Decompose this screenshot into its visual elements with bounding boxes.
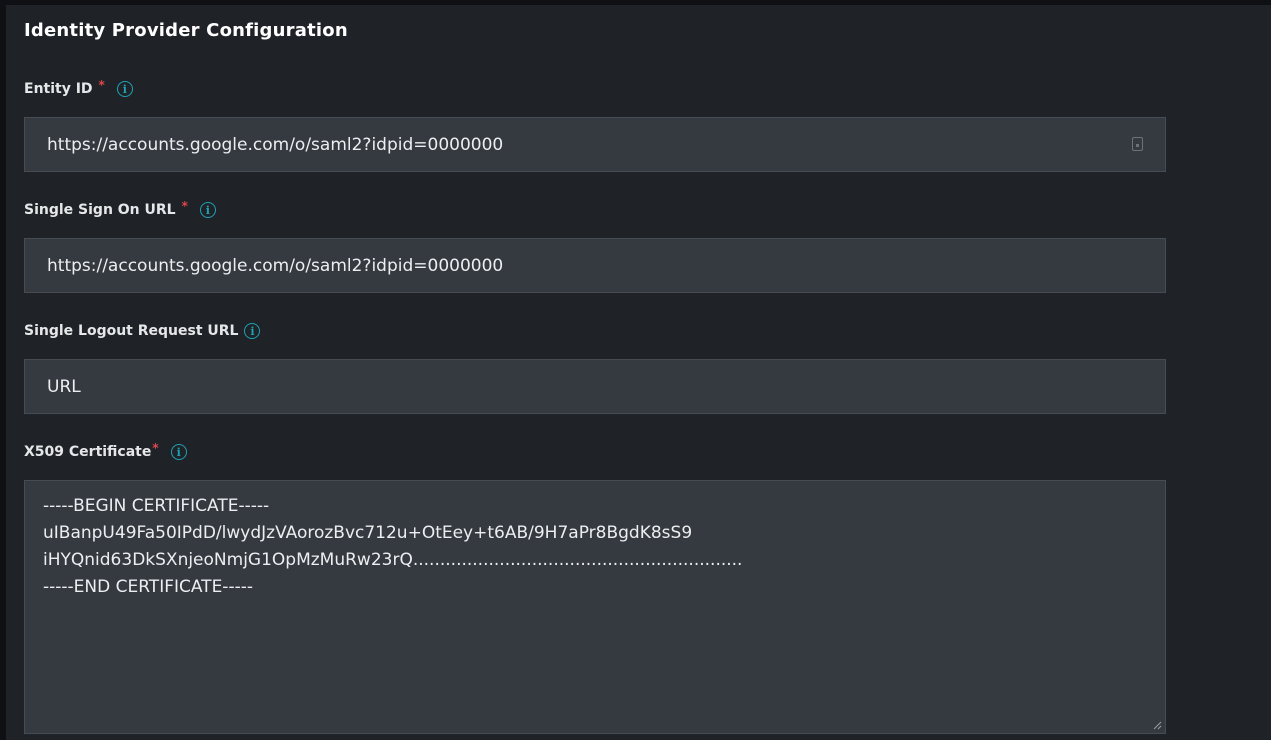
sso-url-input[interactable]: https://accounts.google.com/o/saml2?idpi…	[24, 238, 1166, 293]
certificate-line: uIBanpU49Fa50IPdD/lwydJzVAorozBvc712u+Ot…	[43, 523, 693, 543]
entity-id-value: https://accounts.google.com/o/saml2?idpi…	[47, 134, 504, 155]
certificate-line: -----END CERTIFICATE-----	[43, 577, 253, 597]
logout-url-placeholder: URL	[47, 376, 81, 397]
certificate-line: iHYQnid63DkSXnjeoNmjG1OpMzMuRw23rQ......…	[43, 550, 743, 570]
entity-id-label-row: Entity ID * i	[24, 78, 133, 97]
certificate-textarea[interactable]: -----BEGIN CERTIFICATE----- uIBanpU49Fa5…	[24, 480, 1166, 734]
section-title: Identity Provider Configuration	[24, 20, 348, 41]
contact-card-icon[interactable]	[1132, 137, 1143, 151]
info-icon[interactable]: i	[244, 323, 261, 339]
info-icon[interactable]: i	[199, 202, 216, 218]
certificate-label-row: X509 Certificate * i	[24, 441, 187, 460]
idp-config-panel: Identity Provider Configuration Entity I…	[6, 5, 1271, 740]
logout-url-label-row: Single Logout Request URL i	[24, 323, 261, 339]
info-icon[interactable]: i	[116, 81, 133, 97]
resize-handle-icon[interactable]	[1152, 720, 1162, 730]
info-icon[interactable]: i	[170, 444, 187, 460]
certificate-line: -----BEGIN CERTIFICATE-----	[43, 496, 270, 516]
sso-url-label-row: Single Sign On URL * i	[24, 199, 216, 218]
entity-id-label: Entity ID	[24, 81, 93, 97]
sso-url-value: https://accounts.google.com/o/saml2?idpi…	[47, 255, 504, 276]
logout-url-input[interactable]: URL	[24, 359, 1166, 414]
required-asterisk: *	[181, 199, 188, 213]
entity-id-input[interactable]: https://accounts.google.com/o/saml2?idpi…	[24, 117, 1166, 172]
sso-url-label: Single Sign On URL	[24, 202, 176, 218]
certificate-label: X509 Certificate	[24, 444, 152, 460]
required-asterisk: *	[98, 78, 105, 92]
required-asterisk: *	[152, 441, 159, 455]
logout-url-label: Single Logout Request URL	[24, 323, 239, 339]
